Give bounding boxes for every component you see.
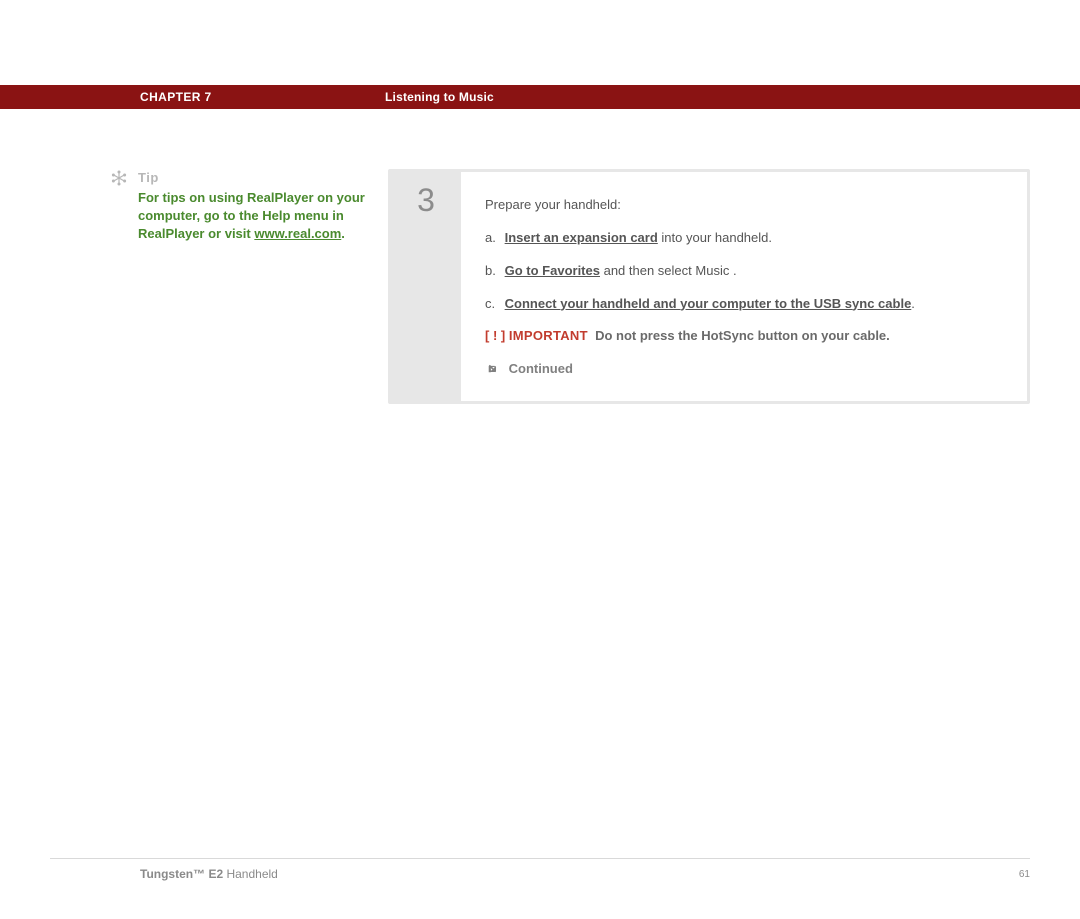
footer-product: Tungsten™ E2 Handheld [140, 867, 278, 881]
page-footer: Tungsten™ E2 Handheld 61 [50, 858, 1030, 881]
asterisk-icon [110, 169, 128, 187]
important-label: IMPORTANT [509, 328, 588, 343]
step-item-a: a. Insert an expansion card into your ha… [485, 229, 1003, 248]
tip-link[interactable]: www.real.com [254, 226, 341, 241]
continued-arrow-icon [485, 362, 499, 376]
header-bar: CHAPTER 7 Listening to Music [0, 85, 1080, 109]
tip-body-post: . [341, 226, 345, 241]
chapter-label: CHAPTER 7 [140, 90, 385, 104]
important-bracket-icon: [ ! ] [485, 328, 505, 343]
favorites-link[interactable]: Go to Favorites [505, 263, 600, 278]
continued-label: Continued [509, 361, 573, 376]
step-intro: Prepare your handheld: [485, 196, 1003, 215]
insert-card-link[interactable]: Insert an expansion card [505, 230, 658, 245]
important-note: [ ! ] IMPORTANT Do not press the HotSync… [485, 327, 1003, 346]
important-text: Do not press the HotSync button on your … [595, 328, 890, 343]
step-number: 3 [391, 172, 461, 401]
usb-cable-link[interactable]: Connect your handheld and your computer … [505, 296, 912, 311]
step-body: Prepare your handheld: a. Insert an expa… [461, 172, 1027, 401]
step-item-b: b. Go to Favorites and then select Music… [485, 262, 1003, 281]
chapter-title: Listening to Music [385, 90, 494, 104]
tip-sidebar: Tip For tips on using RealPlayer on your… [110, 169, 388, 243]
step-panel: 3 Prepare your handheld: a. Insert an ex… [388, 169, 1030, 404]
continued-indicator: Continued [485, 360, 1003, 379]
tip-label: Tip [138, 169, 159, 187]
page-number: 61 [1019, 869, 1030, 880]
step-item-c: c. Connect your handheld and your comput… [485, 295, 1003, 314]
